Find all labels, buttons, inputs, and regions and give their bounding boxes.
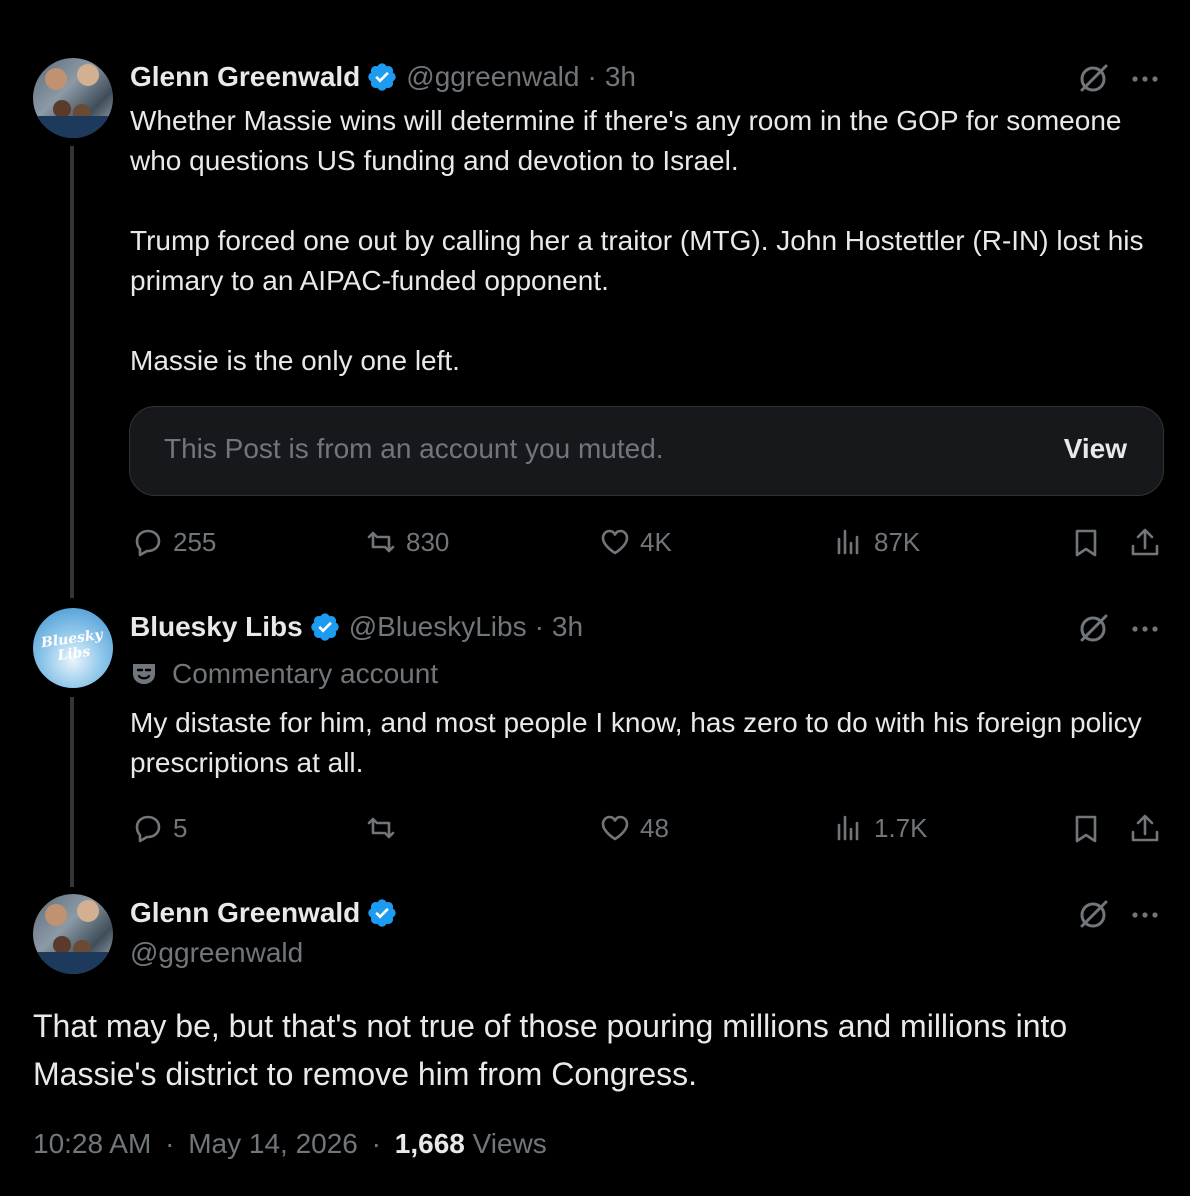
post-time[interactable]: 10:28 AM <box>33 1128 151 1159</box>
reply-button[interactable]: 255 <box>131 525 216 559</box>
heart-icon <box>601 815 629 841</box>
views-button[interactable]: 87K <box>832 525 920 559</box>
account-label: Commentary account <box>130 658 438 690</box>
separator: · <box>371 1128 381 1159</box>
tweet-text: Whether Massie wins will determine if th… <box>130 105 1144 376</box>
verified-badge-icon <box>368 63 396 91</box>
verified-badge-icon <box>311 613 339 641</box>
reply-icon <box>135 815 161 843</box>
author-name[interactable]: Bluesky Libs <box>130 610 303 644</box>
repost-icon <box>367 817 395 839</box>
tweet-header: Glenn Greenwald <box>130 896 406 930</box>
analytics-icon <box>837 815 859 841</box>
avatar[interactable] <box>33 894 113 974</box>
author-name[interactable]: Glenn Greenwald <box>130 896 360 930</box>
like-count: 4K <box>640 526 672 557</box>
timestamp[interactable]: 3h <box>605 60 636 94</box>
views-button[interactable]: 1.7K <box>832 811 928 845</box>
share-icon[interactable] <box>1128 812 1162 846</box>
grok-icon[interactable] <box>1076 612 1110 646</box>
heart-icon <box>601 529 629 555</box>
views-label: Views <box>472 1128 547 1159</box>
more-options-icon[interactable] <box>1128 612 1162 646</box>
bookmark-icon[interactable] <box>1069 526 1103 560</box>
handle-row: @ggreenwald <box>130 936 303 970</box>
bookmark-icon[interactable] <box>1069 812 1103 846</box>
avatar[interactable]: Bluesky Libs <box>33 608 113 688</box>
separator: · <box>165 1128 175 1159</box>
author-handle[interactable]: @ggreenwald <box>406 60 579 94</box>
reply-count: 255 <box>173 526 217 557</box>
like-count: 48 <box>640 812 669 843</box>
tweet-header: Bluesky Libs @BlueskyLibs · 3h <box>130 610 583 644</box>
like-button[interactable]: 48 <box>598 811 669 845</box>
reply-button[interactable]: 5 <box>131 811 187 845</box>
separator: · <box>534 611 544 642</box>
verified-badge-icon <box>368 899 396 927</box>
tweet-header: Glenn Greenwald @ggreenwald · 3h <box>130 60 636 94</box>
grok-icon[interactable] <box>1076 898 1110 932</box>
thread-line <box>70 697 74 887</box>
account-tag-text: Commentary account <box>172 658 439 689</box>
author-handle[interactable]: @BlueskyLibs <box>349 610 527 644</box>
tweet-meta: 10:28 AM · May 14, 2026 · 1,668 Views <box>33 1128 547 1160</box>
more-options-icon[interactable] <box>1128 898 1162 932</box>
muted-notice: This Post is from an account you muted. <box>164 433 664 464</box>
avatar-logo-text: Bluesky Libs <box>40 626 104 665</box>
timestamp[interactable]: 3h <box>552 610 583 644</box>
views-count: 1.7K <box>874 812 928 843</box>
view-button[interactable]: View <box>1064 433 1127 465</box>
author-name[interactable]: Glenn Greenwald <box>130 60 360 94</box>
post-date[interactable]: May 14, 2026 <box>188 1128 358 1159</box>
more-options-icon[interactable] <box>1128 62 1162 96</box>
reply-icon <box>135 529 161 557</box>
analytics-icon <box>837 529 859 555</box>
avatar[interactable] <box>33 58 113 138</box>
thread-line <box>70 146 74 598</box>
separator: · <box>587 61 597 92</box>
repost-icon <box>367 531 395 553</box>
theater-mask-icon <box>133 664 155 684</box>
tweet-text: My distaste for him, and most people I k… <box>130 707 1150 778</box>
author-handle[interactable]: @ggreenwald <box>130 936 303 970</box>
reply-count: 5 <box>173 812 188 843</box>
main-tweet-text: That may be, but that's not true of thos… <box>33 1008 1068 1092</box>
muted-quote-card: This Post is from an account you muted. … <box>129 406 1164 496</box>
repost-button[interactable]: 830 <box>364 525 449 559</box>
view-count: 1,668 <box>394 1128 465 1159</box>
share-icon[interactable] <box>1128 526 1162 560</box>
like-button[interactable]: 4K <box>598 525 672 559</box>
views-count: 87K <box>874 526 921 557</box>
grok-icon[interactable] <box>1076 62 1110 96</box>
repost-count: 830 <box>406 526 450 557</box>
repost-button[interactable] <box>364 811 406 845</box>
